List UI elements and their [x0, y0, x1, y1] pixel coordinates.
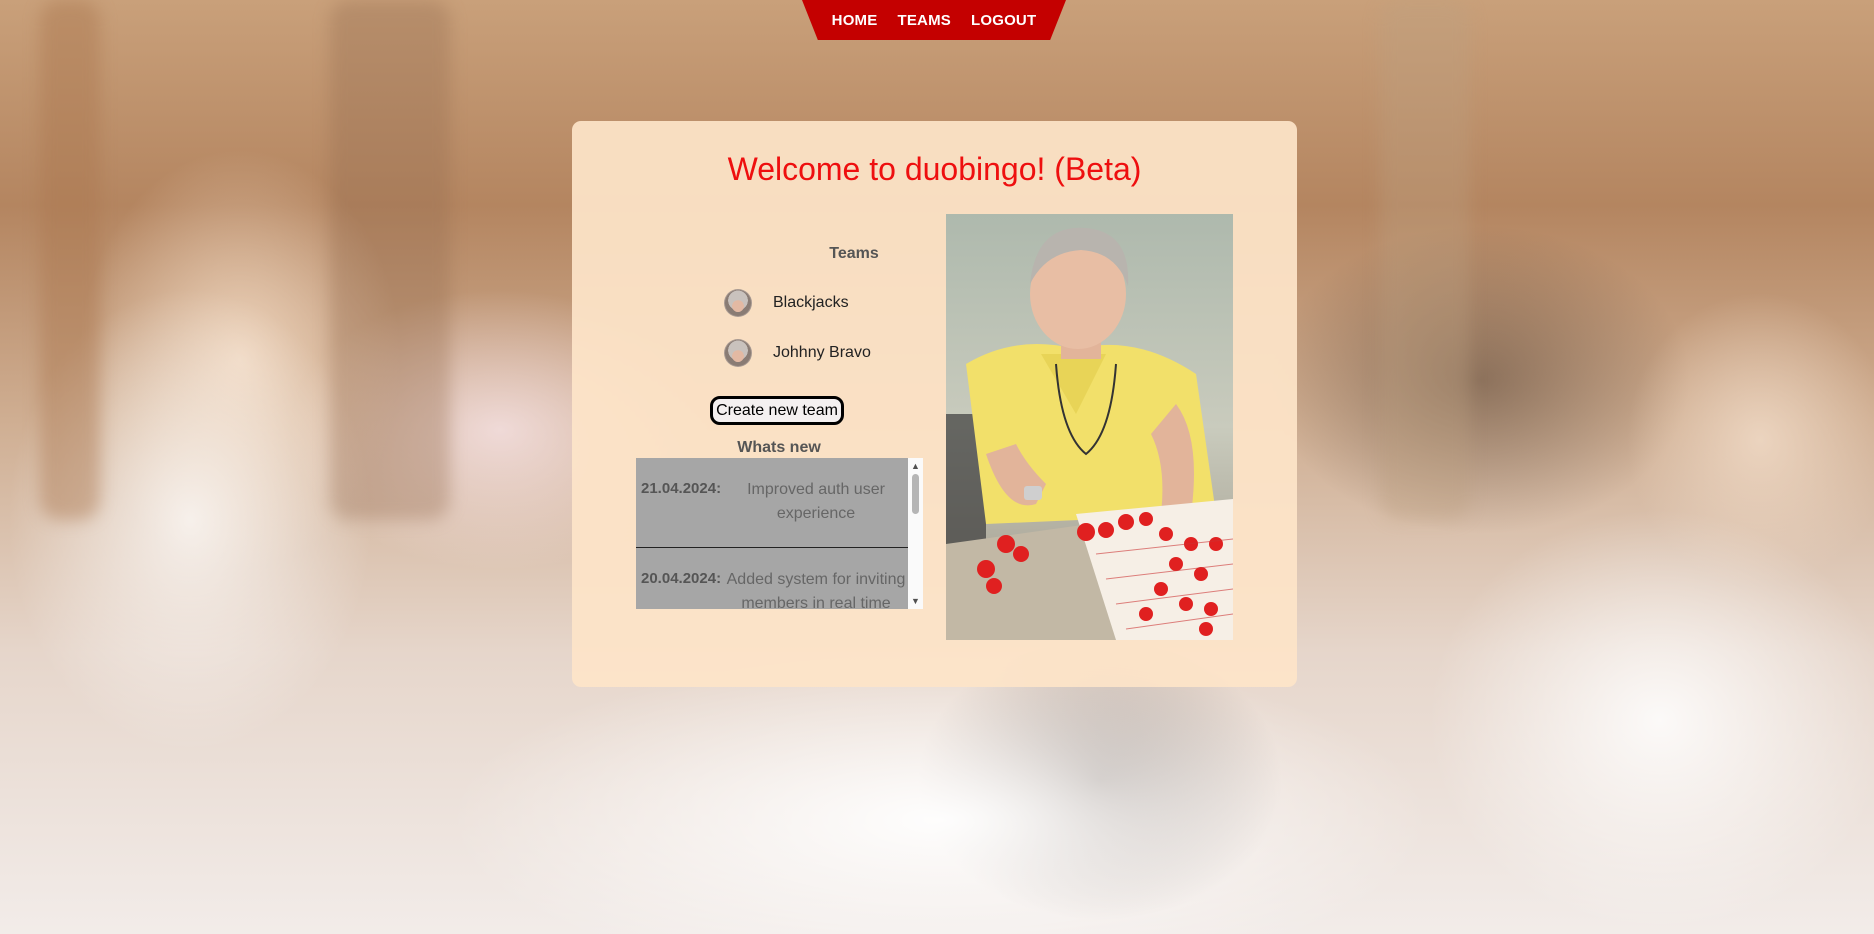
news-date: 21.04.2024: — [641, 480, 722, 497]
news-list-content: 21.04.2024: Improved auth user experienc… — [636, 458, 908, 609]
top-navigation: HOME TEAMS LOGOUT — [802, 0, 1066, 40]
create-new-team-button[interactable]: Create new team — [710, 396, 844, 425]
scroll-down-arrow-icon[interactable]: ▼ — [908, 595, 923, 607]
background-column — [1380, 0, 1470, 520]
news-date: 20.04.2024: — [641, 570, 722, 587]
nav-home-link[interactable]: HOME — [832, 12, 878, 29]
news-scrollbar[interactable]: ▲ ▼ — [908, 458, 923, 609]
team-item-johhny-bravo[interactable]: Johhny Bravo — [725, 338, 871, 368]
background-column — [330, 0, 450, 520]
nav-teams-link[interactable]: TEAMS — [897, 12, 951, 29]
news-item: 21.04.2024: Improved auth user experienc… — [636, 458, 908, 548]
news-text: Improved auth user experience — [747, 481, 885, 522]
news-item: 20.04.2024: Added system for inviting me… — [636, 548, 908, 609]
team-name: Johhny Bravo — [773, 344, 871, 361]
news-text: Added system for inviting members in rea… — [726, 571, 906, 609]
scroll-thumb[interactable] — [912, 474, 919, 514]
background-column — [40, 0, 100, 520]
welcome-card: Welcome to duobingo! (Beta) Teams Blackj… — [572, 121, 1297, 687]
nav-logout-link[interactable]: LOGOUT — [971, 12, 1036, 29]
page-title: Welcome to duobingo! (Beta) — [727, 151, 1142, 187]
elderly-person-avatar-icon — [725, 340, 751, 366]
team-name: Blackjacks — [773, 294, 849, 311]
elderly-person-avatar-icon — [725, 290, 751, 316]
scroll-up-arrow-icon[interactable]: ▲ — [908, 460, 923, 472]
bingo-player-illustration — [946, 214, 1233, 640]
team-item-blackjacks[interactable]: Blackjacks — [725, 288, 849, 318]
whats-new-heading: Whats new — [737, 439, 821, 456]
bingo-player-photo — [946, 214, 1233, 640]
teams-heading: Teams — [829, 245, 879, 262]
whats-new-list[interactable]: 21.04.2024: Improved auth user experienc… — [636, 458, 926, 609]
